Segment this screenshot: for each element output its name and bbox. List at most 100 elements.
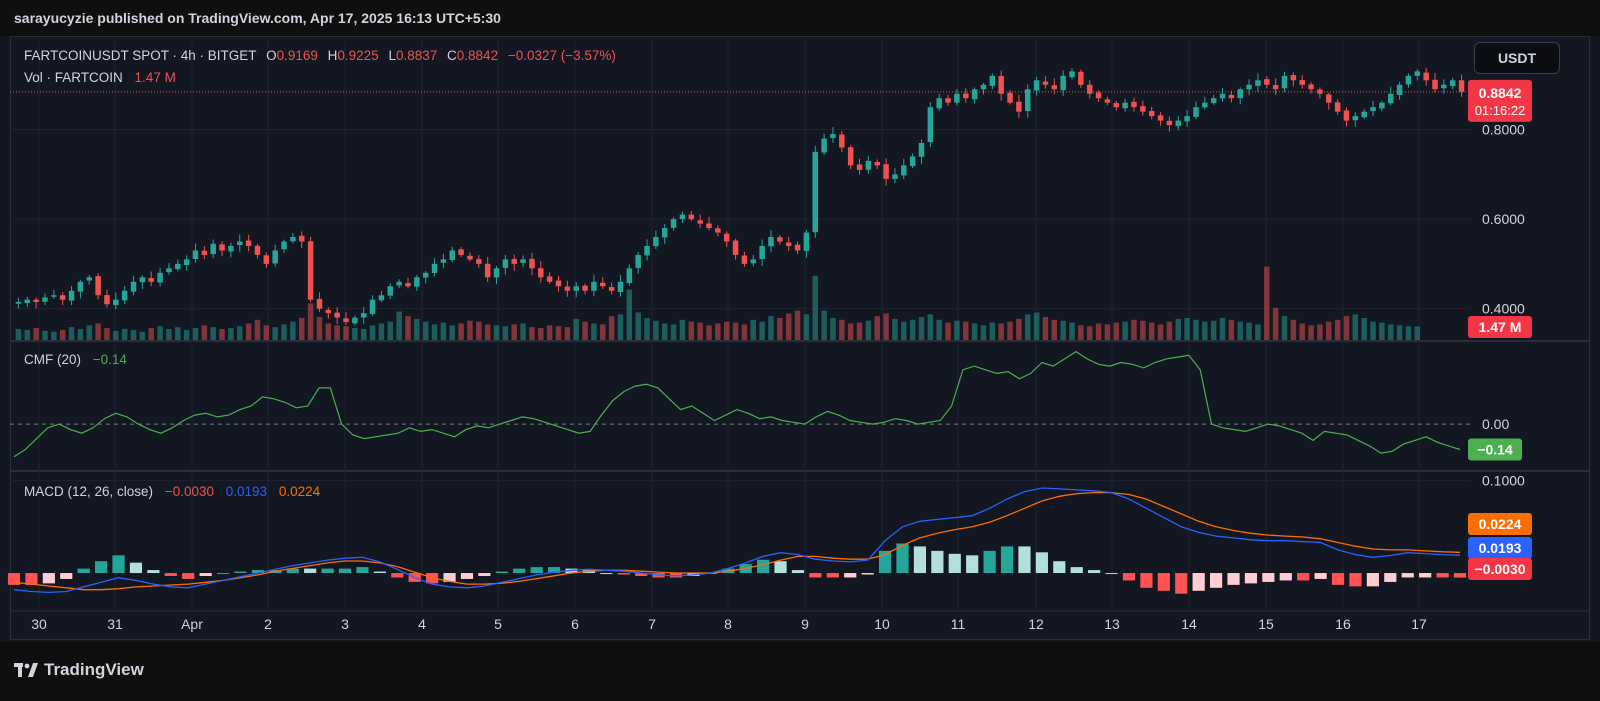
candle-body — [1219, 93, 1226, 99]
macd-histogram-bar — [95, 561, 108, 574]
volume-bar — [785, 313, 792, 340]
volume-bar — [1299, 323, 1305, 340]
candle-body — [1016, 101, 1022, 112]
candle-body — [1104, 99, 1111, 103]
volume-bar — [608, 316, 615, 340]
candle-body — [1352, 116, 1359, 121]
cmf-label[interactable]: CMF (20) — [24, 352, 81, 367]
volume-bar — [538, 328, 544, 340]
candle-body — [600, 282, 606, 287]
macd-histogram-bar — [199, 573, 212, 576]
candle-body — [1202, 102, 1208, 108]
candle-body — [369, 299, 376, 315]
volume-bar — [352, 328, 358, 340]
volume-bar — [396, 311, 402, 340]
macd-label[interactable]: MACD (12, 26, close) — [24, 484, 153, 499]
volume-bar — [316, 317, 323, 340]
volume-bar — [1343, 316, 1350, 340]
volume-bar — [378, 323, 385, 340]
volume-bar — [405, 316, 411, 340]
volume-bar — [1379, 322, 1385, 340]
candle-body — [573, 286, 579, 291]
candle-body — [1140, 106, 1146, 112]
volume-bar — [139, 331, 146, 340]
candle-body — [396, 281, 402, 286]
candle-body — [148, 278, 154, 282]
macd-histogram-bar — [513, 568, 526, 574]
volume-bar — [440, 322, 447, 340]
candle-body — [458, 249, 464, 255]
candle-body — [121, 290, 128, 301]
volume-bar — [768, 316, 774, 340]
macd-histogram-bar — [1436, 573, 1449, 578]
candle-body — [1414, 71, 1421, 76]
volume-bar — [529, 327, 535, 340]
candle-body — [15, 301, 22, 304]
macd-histogram-bar — [809, 573, 822, 578]
candle-body — [484, 263, 491, 278]
cmf-tick-label: 0.00 — [1482, 416, 1509, 432]
volume-bar — [839, 319, 845, 340]
volume-bar — [794, 310, 801, 340]
chart-canvas[interactable]: 30 31 Apr 2 3 4 5 6 7 8 9 10 11 12 13 14 15 16 17 0.8000 0.6… — [0, 0, 1600, 701]
candle-body — [538, 268, 544, 278]
footer: TradingView — [0, 642, 1600, 701]
candle-body — [688, 214, 695, 220]
macd-histogram-bar — [495, 571, 508, 574]
candle-body — [493, 268, 500, 278]
candle-body — [1246, 84, 1252, 90]
candle-body — [679, 214, 686, 220]
volume-label[interactable]: Vol · FARTCOIN — [24, 70, 123, 85]
volume-bar — [1264, 266, 1270, 340]
price-tick-label: 0.6000 — [1482, 211, 1525, 227]
candle-body — [883, 164, 889, 179]
time-tick-label: 31 — [107, 616, 123, 632]
tradingview-logo[interactable]: TradingView — [14, 660, 144, 680]
macd-histogram-bar — [1122, 573, 1136, 581]
volume-bar — [334, 325, 340, 340]
macd-histogram-bar — [1157, 573, 1170, 591]
candle-body — [414, 277, 420, 287]
candle-body — [272, 250, 278, 264]
candle-body — [945, 98, 951, 103]
candle-body — [502, 259, 509, 268]
macd-histogram-bar — [1279, 573, 1292, 581]
macd-histogram-bar — [774, 561, 787, 574]
candle-body — [1228, 94, 1235, 99]
volume-bar — [1308, 325, 1314, 340]
volume-bar — [1352, 314, 1359, 340]
candle-body — [1334, 102, 1341, 112]
candle-body — [378, 295, 385, 301]
volume-bar — [661, 323, 668, 340]
volume-bar — [387, 321, 394, 340]
candle-body — [777, 237, 783, 242]
volume-bar — [1184, 317, 1190, 340]
price-tick-label: 0.8000 — [1482, 122, 1525, 138]
candle-body — [1317, 89, 1323, 94]
candle-body — [1042, 81, 1049, 85]
volume-bar — [476, 321, 482, 340]
volume-bar — [1007, 321, 1013, 340]
candle-body — [511, 258, 517, 264]
volume-bar — [1281, 316, 1288, 340]
volume-bar — [511, 324, 517, 340]
volume-bar — [51, 331, 57, 340]
candle-body — [520, 259, 526, 263]
candle-body — [1308, 84, 1314, 90]
volume-bar — [626, 289, 633, 340]
candle-body — [1387, 93, 1394, 104]
candlesticks — [15, 67, 1465, 326]
volume-bar — [228, 328, 234, 340]
currency-button[interactable]: USDT — [1474, 42, 1560, 74]
volume-bar — [1024, 314, 1031, 340]
candle-body — [343, 318, 349, 323]
volume-bar — [617, 314, 624, 340]
candle-body — [59, 295, 66, 300]
volume-bar — [1228, 319, 1235, 340]
macd-tick-label: 0.1000 — [1482, 473, 1525, 489]
volume-bar — [281, 324, 287, 340]
volume-bar — [971, 323, 978, 340]
symbol-label[interactable]: FARTCOINUSDT SPOT · 4h · BITGET — [24, 48, 256, 63]
volume-bar — [104, 328, 110, 340]
macd-line-value: 0.0193 — [225, 484, 268, 499]
